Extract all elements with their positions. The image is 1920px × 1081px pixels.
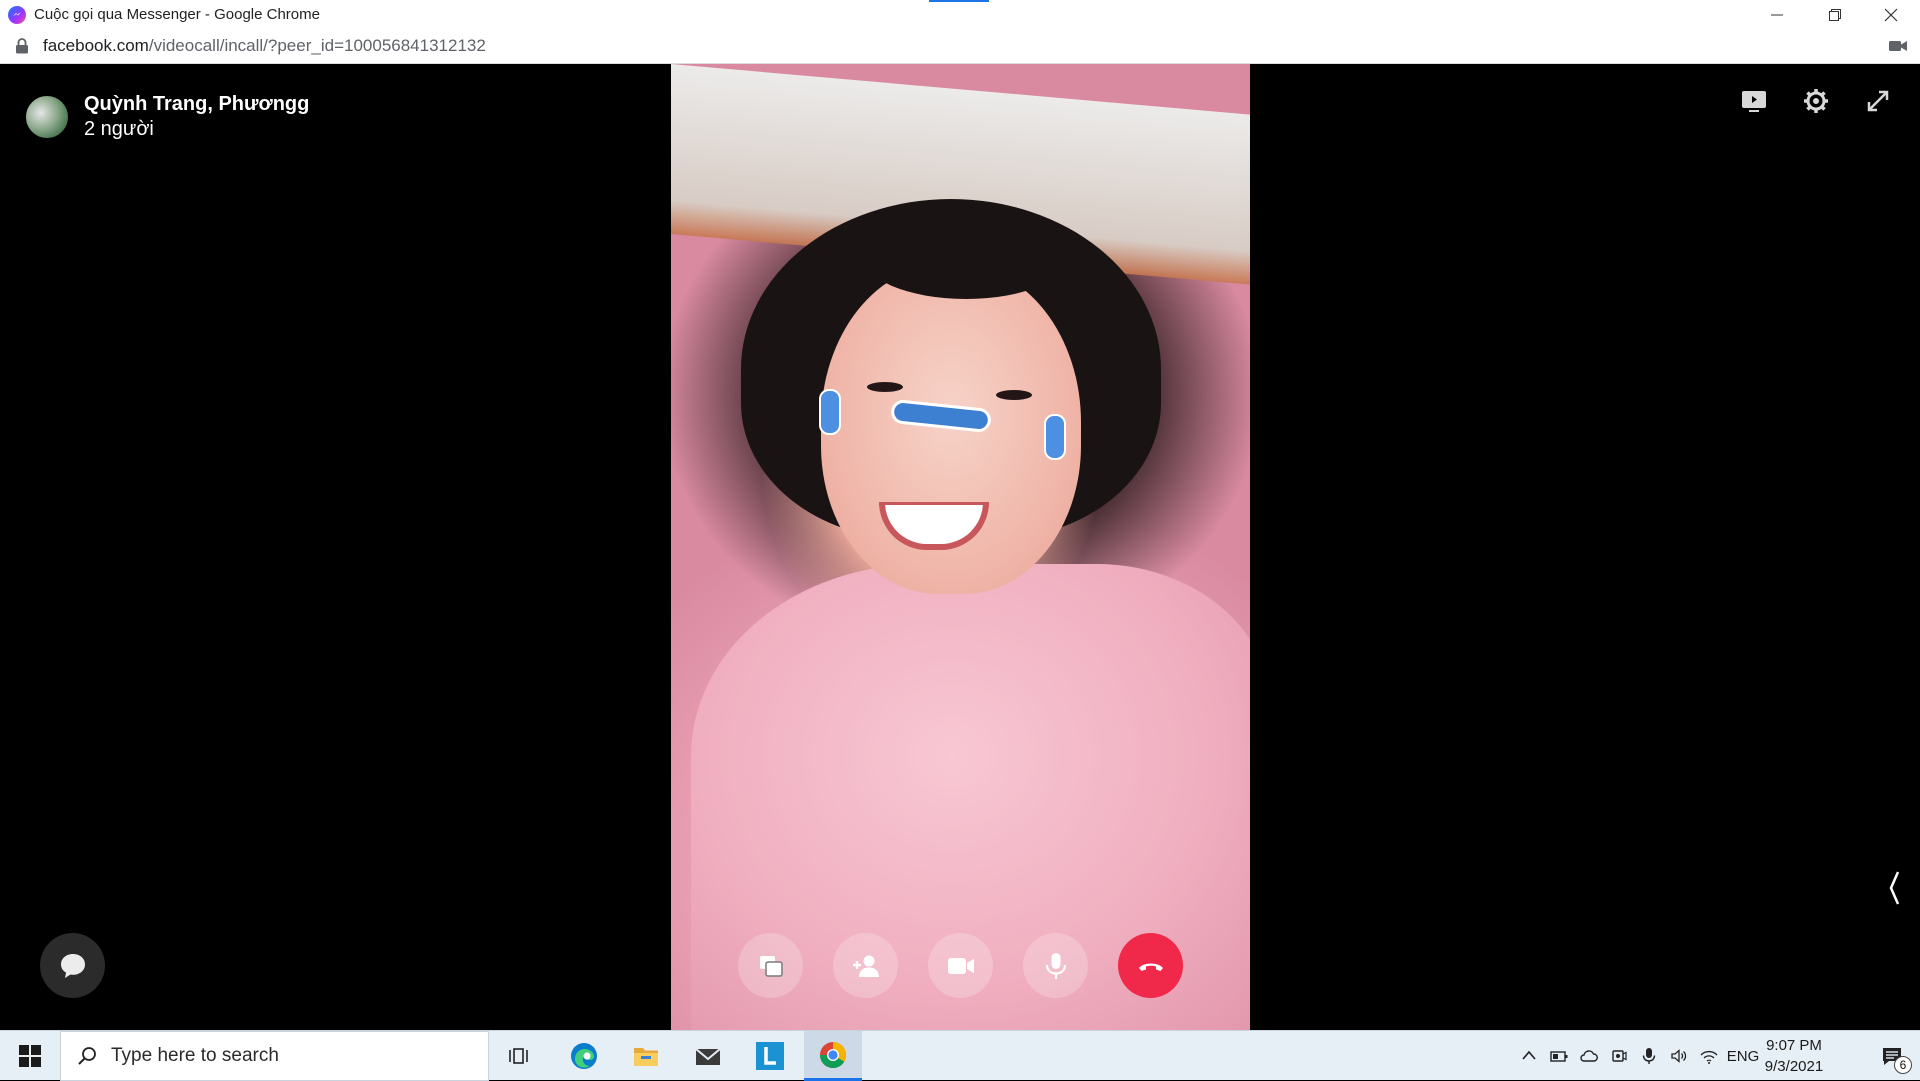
share-screen-icon [759, 955, 783, 977]
lock-icon[interactable] [15, 38, 29, 54]
microphone-icon [1045, 952, 1066, 979]
gear-icon [1804, 89, 1828, 113]
window-title: Cuộc gọi qua Messenger - Google Chrome [34, 6, 320, 23]
clock-time: 9:07 PM [1766, 1037, 1822, 1054]
expand-icon [1867, 90, 1889, 112]
network-tray[interactable] [1696, 1031, 1722, 1081]
hang-up-icon [1138, 963, 1163, 971]
add-person-icon [852, 955, 879, 977]
minimize-icon [1771, 14, 1783, 15]
video-camera-icon [947, 957, 974, 974]
clock-date: 9/3/2021 [1764, 1058, 1824, 1075]
video-cheek-sticker [819, 389, 841, 435]
file-explorer-icon [634, 1048, 658, 1066]
share-screen-button[interactable] [738, 933, 803, 998]
task-view-button[interactable] [492, 1031, 548, 1081]
chevron-up-icon [1522, 1050, 1536, 1060]
battery-icon [1550, 1051, 1568, 1062]
start-button[interactable] [0, 1031, 60, 1081]
restore-button[interactable] [1806, 0, 1864, 29]
onedrive-tray[interactable] [1576, 1031, 1602, 1081]
mail-button[interactable] [680, 1031, 736, 1081]
settings-button[interactable] [1801, 86, 1831, 116]
url-domain: facebook.com [43, 36, 149, 55]
cloud-icon [1580, 1050, 1598, 1062]
collapse-panel-button[interactable] [1884, 868, 1904, 908]
camera-tray[interactable] [1606, 1031, 1632, 1081]
video-eye [996, 390, 1032, 400]
address-bar[interactable]: facebook.com/videocall/incall/?peer_id=1… [0, 29, 1920, 64]
edge-button[interactable] [556, 1031, 612, 1081]
window-titlebar: Cuộc gọi qua Messenger - Google Chrome [0, 0, 1920, 29]
close-icon [1884, 8, 1898, 21]
chevron-left-icon [1889, 871, 1900, 905]
url-path: /videocall/incall/?peer_id=1000568413121… [148, 36, 486, 55]
microphone-tray[interactable] [1636, 1031, 1662, 1081]
l-app-icon [756, 1042, 784, 1070]
windows-taskbar: Type here to search ENG 9:07 PM 9/3/2021 [0, 1030, 1920, 1081]
messenger-icon [8, 5, 26, 24]
screen-share-view-button[interactable] [1739, 86, 1769, 116]
end-call-button[interactable] [1118, 933, 1183, 998]
chrome-button[interactable] [804, 1031, 862, 1081]
group-avatar [24, 94, 70, 140]
show-hidden-icons-button[interactable] [1516, 1031, 1542, 1081]
restore-icon [1829, 8, 1841, 21]
video-fringe [861, 209, 1071, 299]
screen-share-icon [1742, 91, 1766, 112]
taskbar-clock[interactable]: 9:07 PM 9/3/2021 [1756, 1035, 1832, 1077]
microphone-button[interactable] [1023, 933, 1088, 998]
wifi-icon [1700, 1050, 1718, 1064]
fullscreen-button[interactable] [1863, 86, 1893, 116]
video-cheek-sticker [1044, 414, 1066, 460]
chrome-icon [819, 1041, 847, 1068]
camera-permission-icon[interactable] [1888, 38, 1908, 54]
close-button[interactable] [1862, 0, 1920, 29]
search-placeholder: Type here to search [111, 1045, 279, 1066]
mail-icon [695, 1048, 721, 1065]
notification-center-button[interactable]: 6 [1864, 1031, 1920, 1081]
remote-video-feed [671, 64, 1250, 1030]
taskbar-search-box[interactable]: Type here to search [60, 1031, 489, 1081]
tab-indicator [929, 0, 989, 2]
l-app-button[interactable] [742, 1031, 798, 1081]
search-icon [78, 1047, 96, 1065]
chat-bubble-icon [60, 953, 85, 978]
call-header: Quỳnh Trang, Phươngg 2 người [24, 92, 309, 142]
edge-icon [571, 1043, 597, 1069]
notification-count-badge: 6 [1894, 1056, 1912, 1074]
video-camera-button[interactable] [928, 933, 993, 998]
minimize-button[interactable] [1748, 0, 1806, 29]
language-indicator[interactable]: ENG [1726, 1031, 1760, 1081]
participants-name: Quỳnh Trang, Phươngg [84, 93, 310, 115]
video-eye [867, 382, 903, 392]
microphone-icon [1642, 1048, 1656, 1064]
url-text[interactable]: facebook.com/videocall/incall/?peer_id=1… [43, 36, 486, 56]
volume-tray[interactable] [1666, 1031, 1692, 1081]
battery-tray[interactable] [1546, 1031, 1572, 1081]
task-view-icon [509, 1048, 528, 1064]
windows-logo-icon [19, 1045, 41, 1067]
webcam-icon [1612, 1050, 1627, 1062]
file-explorer-button[interactable] [618, 1031, 674, 1081]
add-person-button[interactable] [833, 933, 898, 998]
participants-count: 2 người [84, 118, 154, 140]
chat-button[interactable] [40, 933, 105, 998]
call-area: Quỳnh Trang, Phươngg 2 người [0, 64, 1920, 1030]
speaker-icon [1671, 1049, 1687, 1063]
